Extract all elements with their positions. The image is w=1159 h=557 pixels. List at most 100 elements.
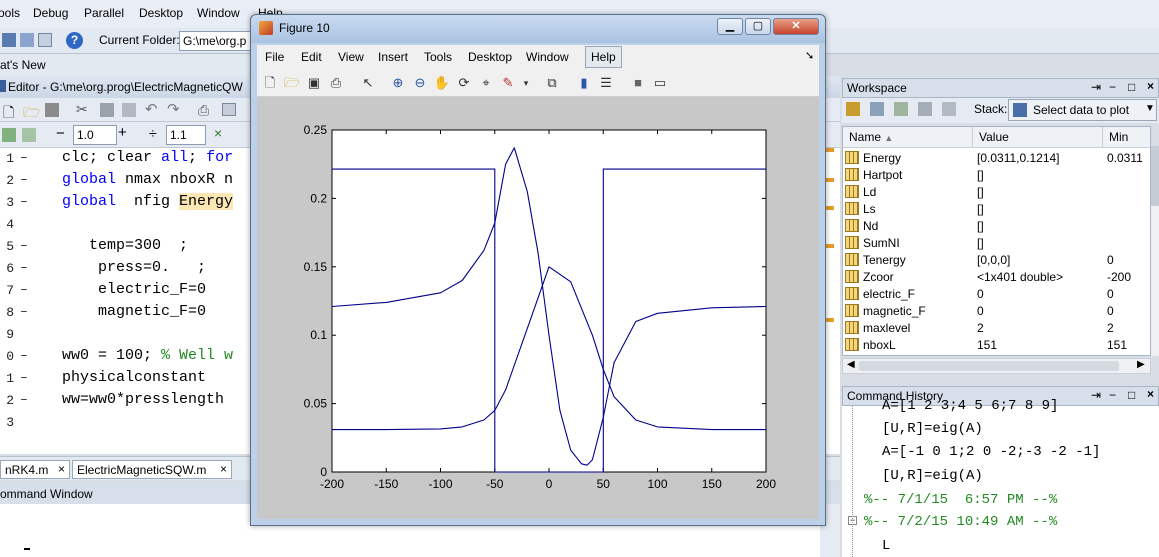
breakpoint-marker[interactable]: – [20, 370, 28, 385]
line-number[interactable]: 1 [0, 371, 14, 386]
rotate-3d-icon[interactable]: ⟳ [455, 74, 473, 92]
percent-icon[interactable]: × [214, 125, 222, 141]
workspace-row[interactable]: electric_F 0 0 [843, 285, 1150, 302]
whats-new-link[interactable]: at's New [0, 54, 260, 76]
warning-marker[interactable] [826, 206, 834, 210]
line-number[interactable]: 2 [0, 173, 14, 188]
workspace-row[interactable]: Nd [] [843, 217, 1150, 234]
guide-icon[interactable] [38, 33, 52, 47]
breakpoint-marker[interactable]: – [20, 238, 28, 253]
menu-view[interactable]: View [338, 50, 364, 64]
maximize-button[interactable]: ▢ [745, 18, 771, 35]
breakpoint-marker[interactable]: – [20, 304, 28, 319]
menu-window[interactable]: Window [526, 50, 569, 64]
breakpoint-marker[interactable]: – [20, 172, 28, 187]
menu-desktop[interactable]: Desktop [139, 6, 183, 20]
line-number[interactable]: 7 [0, 283, 14, 298]
warning-marker[interactable] [826, 318, 834, 322]
brush-icon[interactable]: ✎ [499, 74, 517, 92]
open-variable-icon[interactable] [870, 102, 884, 116]
menu-desktop[interactable]: Desktop [468, 50, 512, 64]
menu-edit[interactable]: Edit [301, 50, 322, 64]
link-plot-icon[interactable]: ⧉ [543, 74, 561, 92]
hide-plot-tools-icon[interactable]: ■ [629, 74, 647, 92]
menu-insert[interactable]: Insert [378, 50, 408, 64]
workspace-row[interactable]: nboxR 251 251 [843, 353, 1150, 355]
column-header-min[interactable]: Min [1103, 127, 1150, 148]
paste-icon[interactable] [122, 103, 136, 117]
menu-window[interactable]: Window [197, 6, 240, 20]
undock-icon[interactable]: ⇥ [1091, 388, 1101, 402]
new-variable-icon[interactable] [846, 102, 860, 116]
figure-window[interactable]: Figure 10 ▁ ▢ ✕ File Edit View Insert To… [250, 14, 826, 526]
help-icon[interactable]: ? [66, 32, 83, 49]
undock-icon[interactable]: ⇥ [1091, 80, 1101, 94]
close-icon[interactable]: × [58, 462, 65, 476]
line-number[interactable]: 6 [0, 261, 14, 276]
workspace-row[interactable]: Energy [0.0311,0.1214] 0.0311 [843, 149, 1150, 166]
workspace-row[interactable]: Hartpot [] [843, 166, 1150, 183]
scroll-left-icon[interactable]: ◀ [847, 359, 855, 370]
close-icon[interactable]: × [1147, 79, 1154, 93]
maximize-icon[interactable]: □ [1128, 388, 1135, 402]
breakpoint-marker[interactable]: – [20, 282, 28, 297]
history-entry[interactable]: A=[1 2 3;4 5 6;7 8 9] [882, 398, 1058, 414]
workspace-row[interactable]: Tenergy [0,0,0] 0 [843, 251, 1150, 268]
shortcut-icon[interactable] [2, 33, 16, 47]
breakpoint-marker[interactable]: – [20, 194, 28, 209]
history-entry[interactable]: [U,R]=eig(A) [882, 468, 983, 484]
delete-variable-icon[interactable] [942, 102, 956, 116]
open-file-icon[interactable]: 🗁 [283, 74, 301, 92]
print-icon[interactable]: ⎙ [327, 74, 345, 92]
menu-file[interactable]: File [265, 50, 284, 64]
data-cursor-icon[interactable]: ⌖ [477, 74, 495, 92]
tab-electricmagneticsqw[interactable]: ElectricMagneticSQW.m × [72, 460, 232, 479]
save-workspace-icon[interactable] [918, 102, 932, 116]
line-number[interactable]: 3 [0, 195, 14, 210]
show-plot-tools-icon[interactable]: ▭ [651, 74, 669, 92]
line-number[interactable]: 3 [0, 415, 14, 430]
tab-nrk4[interactable]: nRK4.m × [0, 460, 70, 479]
warning-marker[interactable] [826, 244, 834, 248]
simulink-icon[interactable] [20, 33, 34, 47]
scroll-right-icon[interactable]: ▶ [1137, 359, 1145, 370]
zoom-in-icon[interactable]: ⊕ [389, 74, 407, 92]
workspace-row[interactable]: SumNI [] [843, 234, 1150, 251]
find-icon[interactable] [222, 103, 236, 116]
warning-marker[interactable] [826, 148, 834, 152]
save-icon[interactable] [45, 103, 59, 117]
minimize-button[interactable]: ▁ [717, 18, 743, 35]
divide-icon[interactable]: ÷ [149, 125, 157, 141]
workspace-row[interactable]: Zcoor <1x401 double> -200 [843, 268, 1150, 285]
workspace-horizontal-scrollbar[interactable]: ◀ ▶ [842, 358, 1151, 374]
close-icon[interactable]: × [220, 462, 227, 476]
line-number[interactable]: 0 [0, 349, 14, 364]
minimize-icon[interactable]: − [1109, 388, 1116, 402]
close-button[interactable]: ✕ [773, 18, 819, 35]
history-entry[interactable]: [U,R]=eig(A) [882, 421, 983, 437]
workspace-row[interactable]: Ld [] [843, 183, 1150, 200]
menu-debug[interactable]: Debug [33, 6, 68, 20]
column-header-value[interactable]: Value [973, 127, 1103, 148]
scroll-thumb[interactable] [1151, 146, 1159, 206]
edit-plot-icon[interactable]: ↖ [359, 74, 377, 92]
workspace-row[interactable]: nboxL 151 151 [843, 336, 1150, 353]
history-session-header[interactable]: %-- 7/1/15 6:57 PM --% [864, 492, 1057, 508]
import-data-icon[interactable] [894, 102, 908, 116]
copy-icon[interactable] [100, 103, 114, 117]
undo-icon[interactable]: ↶ [145, 100, 158, 118]
workspace-row[interactable]: magnetic_F 0 0 [843, 302, 1150, 319]
line-number[interactable]: 1 [0, 151, 14, 166]
cut-icon[interactable]: ✂ [76, 101, 88, 118]
history-session-header[interactable]: %-- 7/2/15 10:49 AM --% [864, 514, 1057, 530]
line-number[interactable]: 9 [0, 327, 14, 342]
line-number[interactable]: 4 [0, 217, 14, 232]
close-icon[interactable]: × [1147, 387, 1154, 401]
menu-help[interactable]: Help [585, 46, 622, 68]
cell-mode-icon[interactable] [2, 128, 16, 142]
line-number[interactable]: 2 [0, 393, 14, 408]
chevron-down-icon[interactable]: ▾ [517, 74, 535, 92]
menu-tools[interactable]: ools [0, 6, 20, 20]
figure-titlebar[interactable]: Figure 10 ▁ ▢ ✕ [251, 15, 825, 43]
increment-icon[interactable]: + [118, 124, 127, 141]
